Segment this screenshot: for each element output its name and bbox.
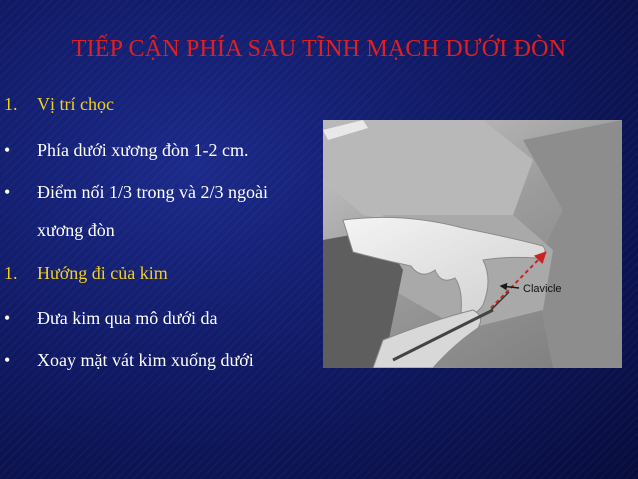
list-marker: • — [4, 182, 11, 202]
list-item-text: xương đòn — [37, 220, 115, 240]
bullet-item: • Xoay mặt vát kim xuống dưới — [4, 350, 254, 371]
list-marker: • — [4, 140, 11, 160]
bullet-item-continuation: xương đòn — [4, 220, 115, 241]
bullet-item: • Đưa kim qua mô dưới da — [4, 308, 218, 329]
list-item-text: Hướng đi của kim — [37, 263, 168, 283]
list-marker: 1. — [4, 263, 18, 283]
list-item-text: Phía dưới xương đòn 1-2 cm. — [37, 140, 249, 160]
list-marker: • — [4, 308, 11, 328]
list-item-text: Đưa kim qua mô dưới da — [37, 308, 218, 328]
list-item-text: Điểm nối 1/3 trong và 2/3 ngoài — [37, 182, 268, 202]
list-item-text: Xoay mặt vát kim xuống dưới — [37, 350, 254, 370]
list-marker: 1. — [4, 94, 18, 114]
clavicle-label: Clavicle — [523, 283, 562, 295]
clavicle-procedure-photo: Clavicle — [323, 120, 622, 369]
numbered-heading-needle-direction: 1. Hướng đi của kim — [4, 263, 168, 284]
photo-illustration: Clavicle — [323, 120, 622, 369]
numbered-heading-puncture-site: 1. Vị trí chọc — [4, 94, 114, 115]
bullet-item: • Điểm nối 1/3 trong và 2/3 ngoài — [4, 182, 268, 203]
list-marker: • — [4, 350, 11, 370]
bullet-item: • Phía dưới xương đòn 1-2 cm. — [4, 140, 249, 161]
slide-title: TIẾP CẬN PHÍA SAU TĨNH MẠCH DƯỚI ĐÒN — [71, 36, 567, 62]
list-item-text: Vị trí chọc — [37, 94, 114, 114]
drape-fold — [323, 120, 533, 230]
